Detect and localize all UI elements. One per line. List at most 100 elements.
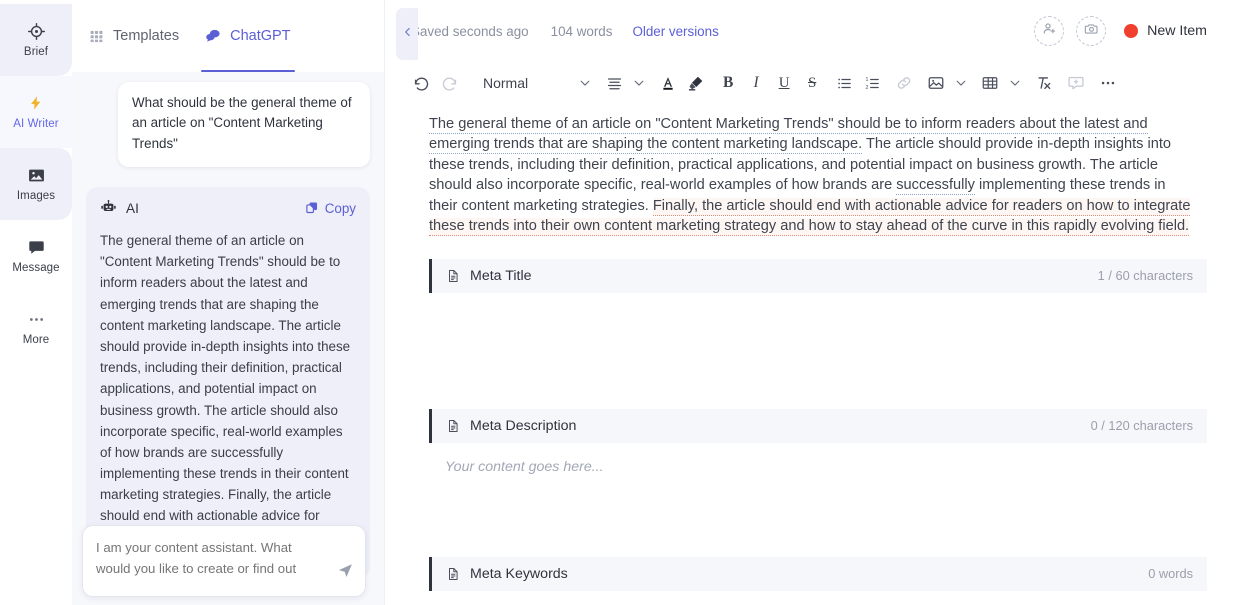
older-versions-link[interactable]: Older versions bbox=[632, 24, 718, 39]
copy-button[interactable]: Copy bbox=[305, 200, 356, 218]
editor-pane: Saved seconds ago 104 words Older versio… bbox=[384, 0, 1233, 605]
chat-user-message: What should be the general theme of an a… bbox=[118, 82, 370, 168]
app-root: Brief AI Writer Images Message More Temp… bbox=[0, 0, 1233, 605]
sidebar-item-brief[interactable]: Brief bbox=[0, 4, 72, 76]
svg-text:1: 1 bbox=[865, 77, 868, 83]
saved-status: Saved seconds ago bbox=[411, 23, 529, 39]
add-photo-button[interactable] bbox=[1076, 16, 1107, 46]
add-user-button[interactable] bbox=[1034, 16, 1065, 46]
ai-identity: AI bbox=[100, 199, 139, 218]
chevron-down-icon[interactable] bbox=[628, 69, 650, 97]
chat-bubble-icon bbox=[26, 237, 46, 257]
chevron-left-icon bbox=[402, 24, 413, 45]
collapse-panel-button[interactable] bbox=[396, 8, 418, 60]
bullet-list-icon[interactable] bbox=[830, 69, 858, 97]
ai-label: AI bbox=[126, 201, 139, 217]
chevron-down-icon[interactable] bbox=[574, 69, 596, 97]
add-photo-icon bbox=[1084, 21, 1099, 41]
chat-tab-bar: Templates ChatGPT bbox=[72, 0, 384, 72]
image-icon bbox=[26, 165, 46, 185]
align-icon[interactable] bbox=[600, 69, 628, 97]
document-icon bbox=[446, 417, 461, 434]
meta-title-section: Meta Title 1 / 60 characters bbox=[429, 258, 1207, 405]
meta-section-header[interactable]: Meta Keywords 0 words bbox=[429, 556, 1207, 591]
meta-section-header[interactable]: Meta Title 1 / 60 characters bbox=[429, 258, 1207, 293]
document-body[interactable]: The general theme of an article on "Cont… bbox=[385, 104, 1233, 591]
chat-input-container[interactable] bbox=[82, 525, 366, 597]
tab-templates[interactable]: Templates bbox=[88, 0, 179, 72]
meta-section-title: Meta Keywords bbox=[470, 565, 568, 582]
chat-input[interactable] bbox=[96, 537, 329, 579]
meta-character-counter: 1 / 60 characters bbox=[1097, 268, 1193, 284]
comment-icon[interactable] bbox=[1062, 69, 1090, 97]
sidebar-item-more[interactable]: More bbox=[0, 292, 72, 364]
tab-chatgpt[interactable]: ChatGPT bbox=[201, 0, 295, 72]
clear-format-icon[interactable] bbox=[1030, 69, 1058, 97]
chat-ai-message: AI Copy The general theme of an article … bbox=[86, 187, 370, 579]
sidebar-item-message[interactable]: Message bbox=[0, 220, 72, 292]
chevron-down-icon[interactable] bbox=[1004, 69, 1026, 97]
redo-icon[interactable] bbox=[435, 69, 463, 97]
table-icon[interactable] bbox=[976, 69, 1004, 97]
image-icon[interactable] bbox=[922, 69, 950, 97]
ellipsis-icon bbox=[26, 309, 46, 329]
tab-label: ChatGPT bbox=[230, 28, 291, 44]
editor-header-actions: New Item bbox=[1034, 16, 1207, 46]
paragraph-style-dropdown[interactable]: Normal bbox=[473, 69, 532, 97]
ai-writer-panel: Templates ChatGPT What should be the gen… bbox=[72, 0, 384, 605]
grid-icon bbox=[88, 28, 105, 45]
svg-text:2: 2 bbox=[865, 85, 868, 91]
document-icon bbox=[446, 267, 461, 284]
lightning-icon bbox=[26, 93, 46, 113]
meta-keywords-section: Meta Keywords 0 words bbox=[429, 556, 1207, 591]
meta-word-counter: 0 words bbox=[1148, 566, 1193, 582]
grammar-suggestion-blue[interactable]: successfully bbox=[896, 177, 975, 196]
new-item-status[interactable]: New Item bbox=[1124, 23, 1207, 39]
editor-toolbar: Normal B I U S 1 2 bbox=[385, 62, 1233, 104]
document-icon bbox=[446, 565, 461, 582]
chat-user-message-text: What should be the general theme of an a… bbox=[132, 95, 352, 151]
underline-icon[interactable]: U bbox=[770, 69, 798, 97]
new-item-label: New Item bbox=[1147, 23, 1207, 39]
editor-header: Saved seconds ago 104 words Older versio… bbox=[385, 0, 1233, 62]
left-rail: Brief AI Writer Images Message More bbox=[0, 0, 72, 605]
target-icon bbox=[26, 21, 46, 41]
undo-icon[interactable] bbox=[407, 69, 435, 97]
sidebar-item-ai-writer[interactable]: AI Writer bbox=[0, 76, 72, 148]
strikethrough-icon[interactable]: S bbox=[798, 69, 826, 97]
highlighter-icon[interactable] bbox=[682, 69, 710, 97]
add-user-icon bbox=[1042, 21, 1057, 41]
link-icon[interactable] bbox=[890, 69, 918, 97]
more-icon[interactable] bbox=[1094, 69, 1122, 97]
sidebar-item-label: More bbox=[22, 334, 50, 347]
chat-bubbles-icon bbox=[205, 28, 222, 45]
sidebar-item-images[interactable]: Images bbox=[0, 148, 72, 220]
italic-icon[interactable]: I bbox=[742, 69, 770, 97]
editor-paragraph[interactable]: The general theme of an article on "Cont… bbox=[429, 114, 1195, 237]
paragraph-style-label: Normal bbox=[483, 75, 529, 91]
sidebar-item-label: Message bbox=[12, 262, 60, 275]
sidebar-item-label: Images bbox=[16, 190, 56, 203]
tab-label: Templates bbox=[113, 28, 180, 44]
robot-icon bbox=[100, 199, 117, 218]
text-color-icon[interactable] bbox=[654, 69, 682, 97]
meta-section-title: Meta Title bbox=[470, 267, 532, 284]
meta-section-header[interactable]: Meta Description 0 / 120 characters bbox=[429, 408, 1207, 443]
meta-title-input[interactable] bbox=[429, 293, 1207, 405]
sidebar-item-label: AI Writer bbox=[13, 118, 59, 131]
meta-character-counter: 0 / 120 characters bbox=[1090, 418, 1193, 434]
editor-scroll-area[interactable]: The general theme of an article on "Cont… bbox=[385, 104, 1233, 605]
bold-icon[interactable]: B bbox=[714, 69, 742, 97]
chevron-down-icon[interactable] bbox=[950, 69, 972, 97]
meta-description-placeholder: Your content goes here... bbox=[445, 458, 604, 475]
word-count: 104 words bbox=[550, 23, 613, 39]
meta-description-section: Meta Description 0 / 120 characters Your… bbox=[429, 408, 1207, 555]
meta-section-title: Meta Description bbox=[470, 417, 577, 434]
send-icon[interactable] bbox=[337, 562, 354, 584]
chat-ai-message-text: The general theme of an article on "Cont… bbox=[100, 233, 351, 566]
copy-label: Copy bbox=[324, 201, 356, 217]
copy-icon bbox=[305, 200, 319, 218]
meta-description-input[interactable]: Your content goes here... bbox=[429, 443, 1207, 555]
numbered-list-icon[interactable]: 1 2 bbox=[858, 69, 886, 97]
chat-ai-message-header: AI Copy bbox=[100, 199, 356, 218]
